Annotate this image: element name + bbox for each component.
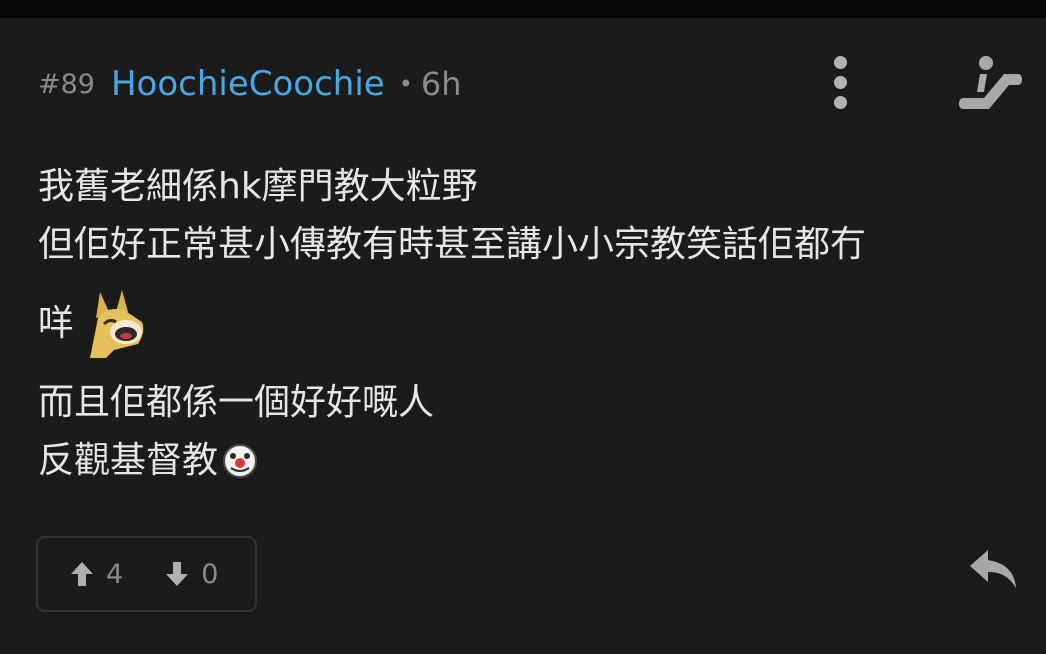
- comment-line-text: 反觀基督教: [38, 440, 219, 481]
- vote-box: 4 0: [36, 536, 257, 612]
- upvote-count: 4: [106, 558, 124, 590]
- top-bar: [0, 0, 1046, 18]
- comment-body: 我舊老細係hk摩門教大粒野 但佢好正常甚小傳教有時甚至講小小宗教笑話佢都冇 咩 …: [38, 158, 1018, 490]
- separator-dot: •: [398, 70, 413, 98]
- post-time: 6h: [420, 65, 462, 103]
- clown-face-emoji: [223, 444, 258, 478]
- more-options-button[interactable]: [826, 54, 856, 114]
- comment-line-with-emoji: 反觀基督教: [38, 432, 1018, 490]
- comment-line: 我舊老細係hk摩門教大粒野: [38, 166, 478, 207]
- reply-button[interactable]: [966, 546, 1020, 592]
- more-vertical-icon: [834, 56, 847, 69]
- comment-line: 而且佢都係一個好好嘅人: [38, 382, 435, 423]
- downvote-count: 0: [201, 558, 219, 590]
- yellow-dog-laugh-emoji: [90, 290, 144, 358]
- escalator-button[interactable]: [956, 54, 1026, 114]
- comment-card: #89 HoochieCoochie • 6h 我舊老細係hk摩門教大粒野 但佢…: [0, 18, 1046, 654]
- comment-line-with-emoji: 咩: [38, 274, 1018, 374]
- post-number: #89: [38, 68, 95, 100]
- downvote-button[interactable]: 0: [165, 559, 218, 590]
- comment-header: #89 HoochieCoochie • 6h: [38, 64, 462, 104]
- comment-line-text: 咩: [38, 303, 75, 344]
- upvote-button[interactable]: 4: [70, 559, 123, 590]
- username-link[interactable]: HoochieCoochie: [111, 64, 385, 104]
- arrow-down-icon: [166, 562, 189, 586]
- reply-icon: [970, 550, 1016, 588]
- arrow-up-icon: [71, 562, 93, 586]
- comment-line: 但佢好正常甚小傳教有時甚至講小小宗教笑話佢都冇: [38, 224, 867, 265]
- escalator-icon: [959, 56, 1022, 109]
